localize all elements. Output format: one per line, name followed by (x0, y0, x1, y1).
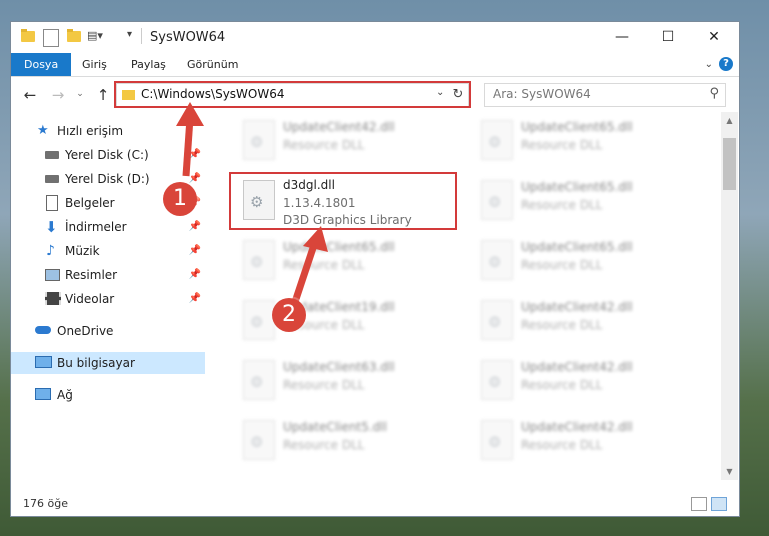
annotation-arrows (176, 102, 328, 307)
step-marker-1: 1 (163, 182, 197, 216)
step-marker-2: 2 (272, 298, 306, 332)
arrow-2-shaft (290, 240, 319, 307)
arrow-1-shaft (182, 117, 194, 177)
arrow-1-head (176, 102, 204, 126)
arrow-2-head (303, 226, 328, 252)
